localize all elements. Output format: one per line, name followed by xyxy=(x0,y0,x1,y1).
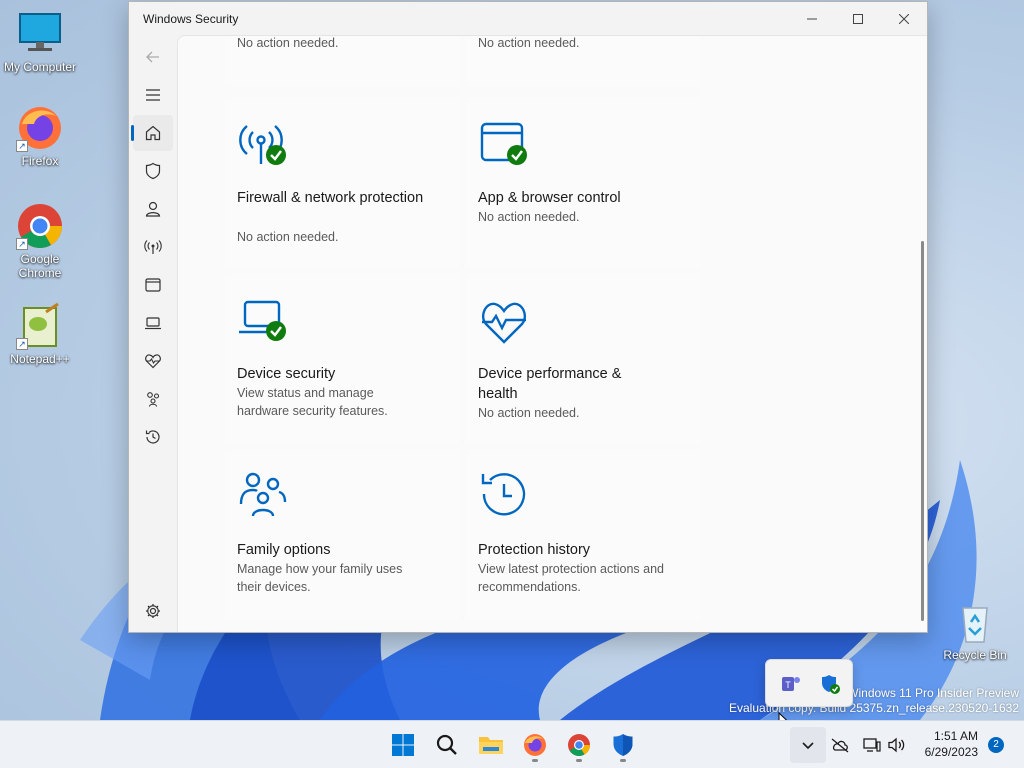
content-area: No action needed. No action needed. Fire… xyxy=(177,35,927,632)
windows-security-window: Windows Security No action needed. No ac… xyxy=(128,1,928,633)
maximize-button[interactable] xyxy=(835,3,881,35)
nav-item-app-browser[interactable] xyxy=(133,267,173,303)
nav-item-history[interactable] xyxy=(133,419,173,455)
device-security-icon xyxy=(239,300,286,341)
cloud-off-icon xyxy=(831,738,849,753)
folder-icon xyxy=(479,737,503,754)
title-bar[interactable]: Windows Security xyxy=(129,2,927,35)
tile-account-protection[interactable]: No action needed. xyxy=(466,36,700,86)
volume-tray-button[interactable] xyxy=(882,727,912,763)
person-icon xyxy=(145,201,161,217)
nav-item-home[interactable] xyxy=(131,115,173,151)
minimize-button[interactable] xyxy=(789,3,835,35)
show-hidden-icons-button[interactable] xyxy=(790,727,826,763)
heart-pulse-icon xyxy=(145,354,161,369)
device-performance-icon xyxy=(481,302,527,344)
running-indicator xyxy=(576,759,582,762)
svg-text:T: T xyxy=(785,680,791,690)
laptop-icon xyxy=(145,317,161,330)
recycle-bin-icon xyxy=(951,598,999,646)
clock-time: 1:51 AM xyxy=(933,729,978,743)
firewall-icon xyxy=(239,125,286,165)
tile-device-performance[interactable]: Device performance & health No action ne… xyxy=(466,274,700,444)
notepadpp-icon: ↗ xyxy=(16,302,64,350)
hamburger-icon xyxy=(146,89,160,101)
speaker-icon xyxy=(888,737,905,753)
back-button[interactable] xyxy=(133,39,173,75)
app-browser-icon xyxy=(480,122,527,165)
browser-icon xyxy=(145,278,161,292)
shortcut-arrow-icon: ↗ xyxy=(16,338,28,350)
search-button[interactable] xyxy=(429,727,465,763)
chrome-taskbar-button[interactable] xyxy=(561,727,597,763)
family-options-icon xyxy=(239,472,287,517)
shield-icon xyxy=(145,162,161,180)
windows-logo-icon xyxy=(392,734,414,756)
tile-device-security[interactable]: Device security View status and manage h… xyxy=(225,274,459,444)
protection-history-icon xyxy=(481,473,526,516)
onedrive-tray-button[interactable] xyxy=(824,727,856,763)
running-indicator xyxy=(532,759,538,762)
notification-badge[interactable]: 2 xyxy=(988,737,1004,753)
teams-icon[interactable]: T xyxy=(778,672,802,696)
back-arrow-icon xyxy=(146,51,159,63)
home-icon xyxy=(145,125,161,141)
desktop-icon-my-computer[interactable]: My Computer xyxy=(0,10,80,74)
clock-date: 6/29/2023 xyxy=(924,745,978,759)
file-explorer-button[interactable] xyxy=(473,727,509,763)
tile-firewall[interactable]: Firewall & network protection No action … xyxy=(225,98,459,268)
chrome-icon xyxy=(568,734,590,756)
tray-overflow-popup: T xyxy=(765,659,853,707)
gear-icon xyxy=(146,604,160,618)
shield-icon xyxy=(613,734,633,756)
maximize-icon xyxy=(853,13,863,24)
close-icon xyxy=(899,13,909,24)
wifi-icon xyxy=(144,240,162,254)
settings-button[interactable] xyxy=(133,593,173,629)
nav-item-virus-protection[interactable] xyxy=(133,153,173,189)
minimize-icon xyxy=(807,18,817,19)
tile-app-browser[interactable]: App & browser control No action needed. xyxy=(466,98,700,268)
clock[interactable]: 1:51 AM 6/29/2023 xyxy=(925,728,978,760)
nav-item-account-protection[interactable] xyxy=(133,191,173,227)
family-icon xyxy=(147,392,160,407)
desktop-icon-recycle-bin[interactable]: Recycle Bin xyxy=(935,598,1015,662)
desktop-icon-chrome[interactable]: ↗ Google Chrome xyxy=(0,202,80,280)
shortcut-arrow-icon: ↗ xyxy=(16,238,28,250)
desktop-icon-firefox[interactable]: ↗ Firefox xyxy=(0,104,80,168)
tile-virus-protection[interactable]: No action needed. xyxy=(225,36,459,86)
network-icon xyxy=(863,738,881,752)
tile-protection-history[interactable]: Protection history View latest protectio… xyxy=(466,450,700,620)
nav-item-family[interactable] xyxy=(133,381,173,417)
taskbar: 1:51 AM 6/29/2023 2 xyxy=(0,720,1024,768)
desktop-icon-notepadpp[interactable]: ↗ Notepad++ xyxy=(0,302,80,366)
nav-item-firewall[interactable] xyxy=(133,229,173,265)
chevron-up-icon xyxy=(802,742,814,750)
firefox-taskbar-button[interactable] xyxy=(517,727,553,763)
firefox-icon xyxy=(524,734,546,756)
chrome-icon: ↗ xyxy=(16,202,64,250)
nav-item-device-security[interactable] xyxy=(133,305,173,341)
nav-rail xyxy=(129,35,177,632)
menu-button[interactable] xyxy=(133,77,173,113)
window-title: Windows Security xyxy=(143,11,239,26)
security-tray-icon[interactable] xyxy=(818,672,842,696)
history-icon xyxy=(145,430,160,444)
windows-security-taskbar-button[interactable] xyxy=(605,727,641,763)
tile-family-options[interactable]: Family options Manage how your family us… xyxy=(225,450,459,620)
firefox-icon: ↗ xyxy=(16,104,64,152)
monitor-icon xyxy=(16,10,64,58)
watermark-edition: Windows 11 Pro Insider Preview xyxy=(847,686,1019,700)
nav-item-device-performance[interactable] xyxy=(133,343,173,379)
close-button[interactable] xyxy=(881,3,927,35)
shortcut-arrow-icon: ↗ xyxy=(16,140,28,152)
vertical-scrollbar[interactable] xyxy=(921,241,924,621)
running-indicator xyxy=(620,759,626,762)
search-icon xyxy=(436,734,457,755)
start-button[interactable] xyxy=(385,727,421,763)
